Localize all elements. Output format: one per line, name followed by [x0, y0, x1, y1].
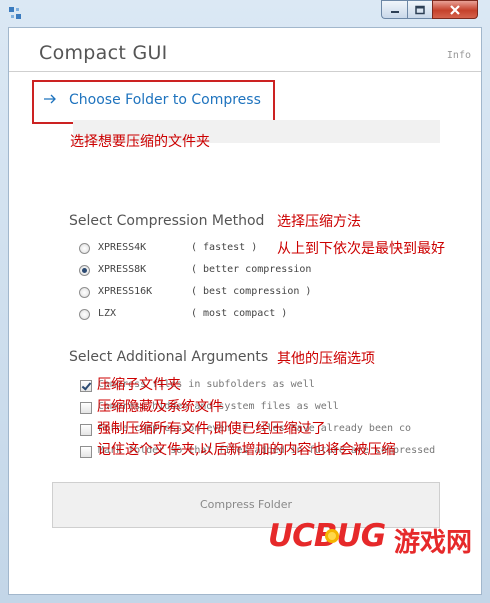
app-icon — [9, 7, 21, 19]
radio-label: XPRESS4K — [98, 242, 147, 253]
compression-method-annotation: 选择压缩方法 — [277, 214, 361, 230]
radio-button[interactable] — [79, 265, 90, 276]
maximize-icon — [415, 5, 425, 14]
close-button[interactable] — [432, 0, 478, 19]
choose-folder-button[interactable]: Choose Folder to Compress — [69, 92, 261, 108]
close-icon — [450, 4, 460, 15]
radio-description: ( fastest ) — [191, 242, 258, 253]
radio-label: XPRESS16K — [98, 286, 153, 297]
compression-method-title: Select Compression Method — [69, 213, 265, 229]
compression-order-annotation: 从上到下依次是最快到最好 — [277, 241, 445, 257]
minimize-icon — [390, 10, 399, 13]
checkbox[interactable] — [80, 402, 92, 414]
app-title: Compact GUI — [39, 42, 168, 64]
minimize-button[interactable] — [381, 0, 407, 19]
radio-label: LZX — [98, 308, 117, 319]
app-window: Compact GUI Info Choose Folder to Compre… — [0, 0, 490, 603]
watermark-logo: UCBUG 游戏网 — [268, 518, 472, 560]
additional-arguments-annotation: 其他的压缩选项 — [277, 351, 375, 367]
checkbox[interactable] — [80, 380, 92, 392]
additional-arguments-title: Select Additional Arguments — [69, 349, 269, 365]
watermark-suffix: 游戏网 — [394, 528, 473, 558]
subfolders-annotation: 压缩子文件夹 — [97, 377, 181, 393]
checkbox[interactable] — [80, 424, 92, 436]
force-annotation: 强制压缩所有文件,即使已经压缩过了 — [97, 421, 326, 437]
radio-description: ( most compact ) — [191, 308, 288, 319]
app-client-area: Compact GUI Info Choose Folder to Compre… — [8, 27, 482, 595]
radio-button[interactable] — [79, 309, 90, 320]
radio-description: ( best compression ) — [191, 286, 312, 297]
sun-icon — [325, 529, 339, 543]
header-divider — [9, 71, 481, 72]
info-link[interactable]: Info — [447, 50, 471, 61]
checkbox[interactable] — [80, 446, 92, 458]
maximize-button[interactable] — [407, 0, 432, 19]
arrow-right-icon[interactable] — [43, 92, 57, 106]
radio-label: XPRESS8K — [98, 264, 147, 275]
radio-button[interactable] — [79, 287, 90, 298]
radio-button[interactable] — [79, 243, 90, 254]
title-bar[interactable] — [0, 0, 490, 26]
mark-folder-annotation: 记住这个文件夹,以后新增加的内容也将会被压缩 — [97, 442, 396, 458]
radio-description: ( better compression — [191, 264, 312, 275]
choose-folder-annotation: 选择想要压缩的文件夹 — [70, 134, 210, 150]
hidden-system-annotation: 压缩隐藏及系统文件 — [97, 399, 223, 415]
